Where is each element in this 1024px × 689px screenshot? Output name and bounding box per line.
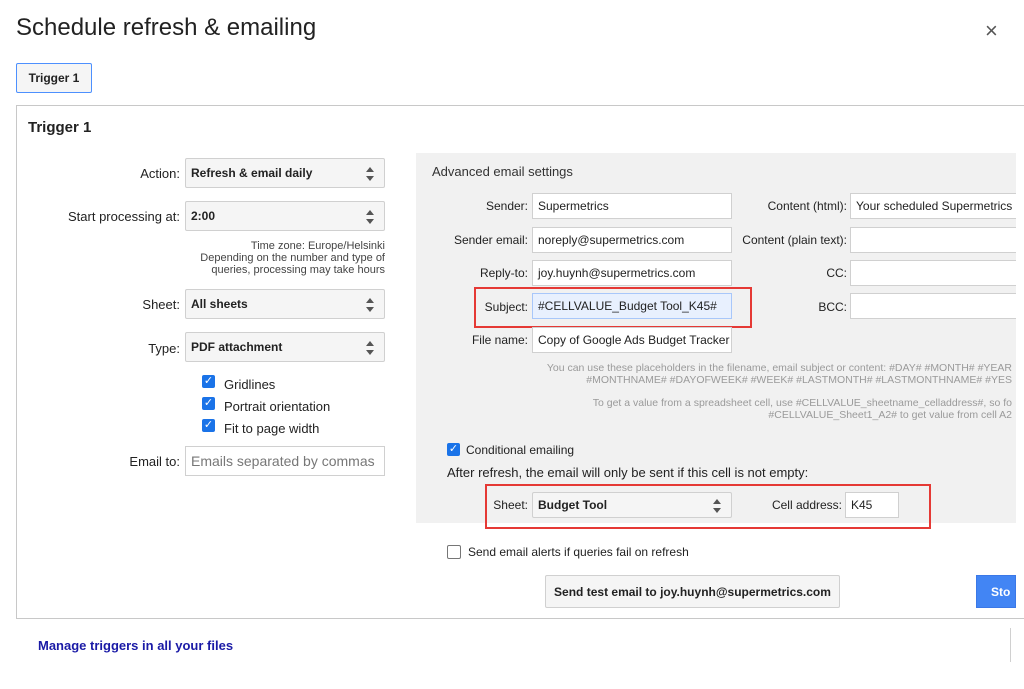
content-html-input[interactable]: Your scheduled Supermetrics [850, 193, 1016, 219]
cell-address-label: Cell address: [771, 498, 842, 512]
sheet-value: All sheets [191, 297, 248, 311]
cc-label: CC: [826, 266, 847, 280]
type-label: Type: [148, 341, 180, 356]
select-arrows-icon [366, 210, 374, 224]
select-arrows-icon [713, 499, 721, 513]
reply-to-label: Reply-to: [479, 266, 528, 280]
portrait-label: Portrait orientation [224, 399, 331, 414]
gridlines-label: Gridlines [224, 377, 276, 392]
gridlines-checkbox[interactable]: ✓ [202, 375, 215, 388]
email-to-input[interactable]: Emails separated by commas [185, 446, 385, 476]
action-value: Refresh & email daily [191, 166, 313, 180]
fit-width-checkbox[interactable]: ✓ [202, 419, 215, 432]
file-name-input[interactable]: Copy of Google Ads Budget Tracker [532, 327, 732, 353]
content-plain-label: Content (plain text): [742, 233, 847, 247]
conditional-emailing-label: Conditional emailing [466, 443, 575, 457]
bcc-label: BCC: [818, 300, 847, 314]
start-label: Start processing at: [68, 209, 180, 224]
conditional-sheet-label: Sheet: [493, 498, 528, 512]
start-time-select[interactable]: 2:00 [185, 201, 385, 231]
select-arrows-icon [366, 341, 374, 355]
cell-address-input[interactable]: K45 [845, 492, 899, 518]
sender-email-label: Sender email: [453, 233, 528, 247]
subject-input[interactable]: #CELLVALUE_Budget Tool_K45# [532, 293, 732, 319]
bcc-input[interactable] [850, 293, 1016, 319]
sheet-label: Sheet: [142, 297, 180, 312]
advanced-settings-title: Advanced email settings [432, 164, 573, 179]
placeholder-help: You can use these placeholders in the fi… [546, 362, 1012, 386]
type-select[interactable]: PDF attachment [185, 332, 385, 362]
file-name-label: File name: [471, 333, 528, 347]
select-arrows-icon [366, 167, 374, 181]
content-plain-input[interactable] [850, 227, 1016, 253]
manage-triggers-link[interactable]: Manage triggers in all your files [38, 638, 233, 653]
start-time-value: 2:00 [191, 209, 216, 223]
close-icon[interactable]: × [985, 18, 998, 44]
action-label: Action: [140, 166, 180, 181]
email-to-label: Email to: [129, 454, 180, 469]
content-html-label: Content (html): [767, 199, 847, 213]
store-button[interactable]: Sto [976, 575, 1016, 608]
tab-trigger-1[interactable]: Trigger 1 [16, 63, 92, 93]
dialog-title: Schedule refresh & emailing [16, 14, 317, 41]
sender-email-input[interactable]: noreply@supermetrics.com [532, 227, 732, 253]
select-arrows-icon [366, 298, 374, 312]
sheet-select[interactable]: All sheets [185, 289, 385, 319]
reply-to-input[interactable]: joy.huynh@supermetrics.com [532, 260, 732, 286]
cc-input[interactable] [850, 260, 1016, 286]
trigger-title: Trigger 1 [28, 119, 92, 136]
timezone-note: Time zone: Europe/Helsinki Depending on … [200, 240, 385, 276]
portrait-checkbox[interactable]: ✓ [202, 397, 215, 410]
email-alerts-checkbox[interactable] [447, 545, 461, 559]
divider [1010, 628, 1011, 662]
subject-label: Subject: [484, 300, 528, 314]
conditional-description: After refresh, the email will only be se… [447, 465, 809, 480]
conditional-sheet-select[interactable]: Budget Tool [532, 492, 732, 518]
conditional-emailing-checkbox[interactable]: ✓ [447, 443, 460, 456]
conditional-sheet-value: Budget Tool [538, 498, 608, 512]
sender-input[interactable]: Supermetrics [532, 193, 732, 219]
send-test-email-button[interactable]: Send test email to joy.huynh@supermetric… [545, 575, 840, 608]
type-value: PDF attachment [191, 340, 283, 354]
cellvalue-help: To get a value from a spreadsheet cell, … [592, 397, 1012, 421]
action-select[interactable]: Refresh & email daily [185, 158, 385, 188]
sender-label: Sender: [485, 199, 528, 213]
email-alerts-label: Send email alerts if queries fail on ref… [468, 545, 689, 559]
fit-width-label: Fit to page width [224, 421, 320, 436]
